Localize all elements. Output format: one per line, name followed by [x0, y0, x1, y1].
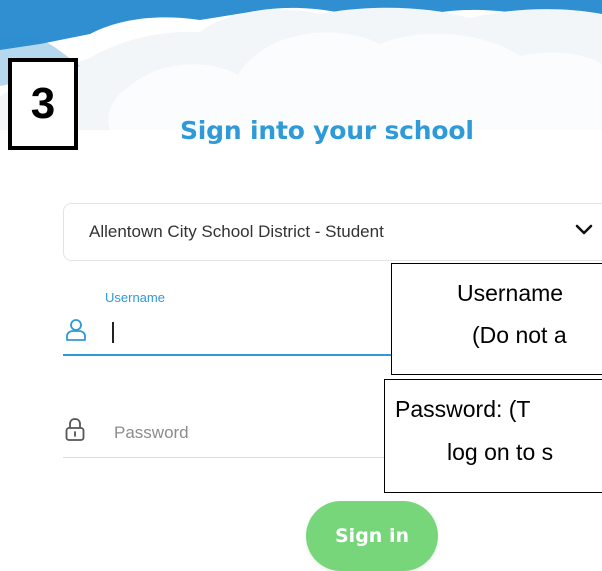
text-cursor: [112, 322, 114, 343]
sign-in-screen: 3 Sign into your school Allentown City S…: [0, 0, 602, 571]
callout-text: log on to s: [447, 439, 554, 465]
chevron-down-icon[interactable]: [575, 223, 593, 237]
username-underline: [63, 354, 393, 356]
username-input[interactable]: [100, 317, 388, 347]
sign-in-button[interactable]: Sign in: [306, 501, 438, 571]
school-district-select[interactable]: Allentown City School District - Student: [63, 203, 602, 261]
callout-text: Password: (T: [395, 396, 531, 422]
page-title: Sign into your school: [180, 116, 474, 145]
password-underline: [63, 457, 393, 458]
password-instruction-callout: Password: (T log on to s: [384, 379, 602, 493]
school-select-value: Allentown City School District - Student: [89, 222, 384, 241]
username-label: Username: [105, 290, 165, 305]
user-icon: [66, 319, 86, 341]
password-input[interactable]: [114, 418, 384, 448]
callout-text: Username: [457, 280, 564, 306]
cloud-banner: [0, 0, 602, 130]
step-number-badge: 3: [8, 58, 78, 150]
lock-icon: [65, 418, 85, 441]
username-instruction-callout: Username (Do not a: [391, 263, 602, 375]
callout-text: (Do not a: [472, 322, 567, 348]
